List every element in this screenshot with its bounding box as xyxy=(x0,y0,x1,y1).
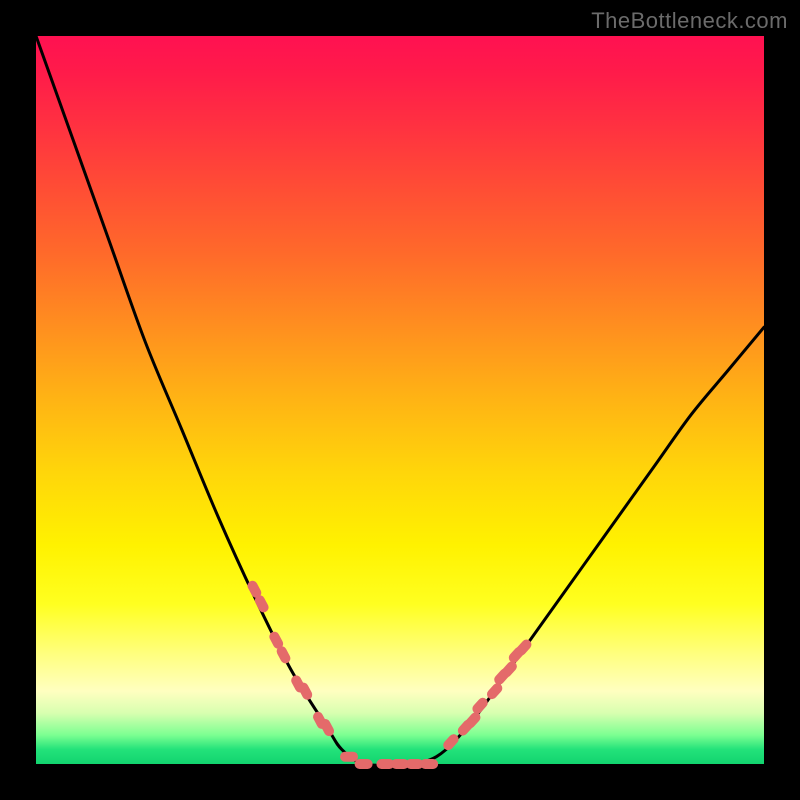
chart-frame: TheBottleneck.com xyxy=(0,0,800,800)
watermark-text: TheBottleneck.com xyxy=(591,8,788,34)
marker-layer xyxy=(246,579,534,769)
plot-area xyxy=(36,36,764,764)
marker-right-cluster xyxy=(470,696,489,716)
curve-path xyxy=(36,36,764,765)
marker-bottom-cluster xyxy=(340,752,358,762)
marker-bottom-cluster xyxy=(420,759,438,769)
chart-svg xyxy=(36,36,764,764)
marker-bottom-cluster xyxy=(355,759,373,769)
bottleneck-curve xyxy=(36,36,764,765)
